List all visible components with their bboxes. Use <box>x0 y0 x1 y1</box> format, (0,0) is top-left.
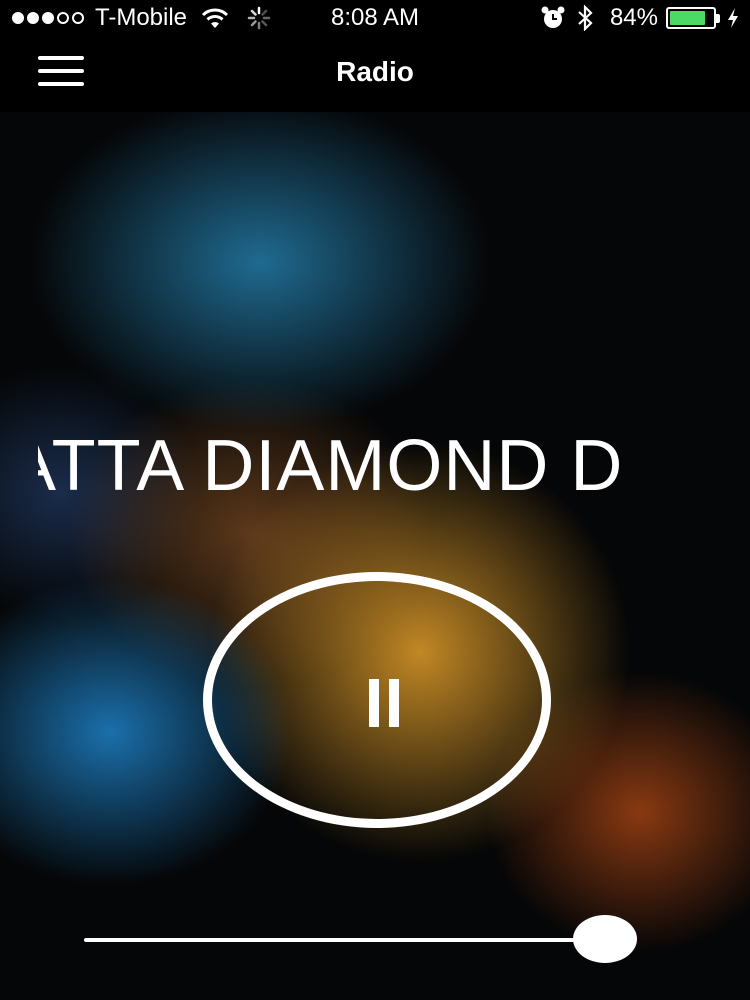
volume-track[interactable] <box>84 938 604 942</box>
page-title: Radio <box>336 56 414 87</box>
now-playing-marquee: ATTA DIAMOND D <box>38 426 713 506</box>
volume-thumb[interactable] <box>573 915 638 963</box>
bluetooth-icon <box>578 5 593 31</box>
play-pause-button[interactable] <box>203 572 551 828</box>
now-playing-title: ATTA DIAMOND D <box>38 426 624 506</box>
navigation-bar: Radio <box>0 36 750 112</box>
volume-slider[interactable] <box>84 912 674 968</box>
battery-fill <box>670 11 706 25</box>
status-bar: T-Mobile 8:08 AM 84% <box>0 0 750 36</box>
blurred-background: ATTA DIAMOND D <box>0 112 750 1000</box>
pause-icon <box>363 679 403 727</box>
charging-icon <box>728 8 738 28</box>
battery-icon <box>666 7 720 29</box>
status-right: 84% <box>540 4 740 32</box>
battery-percentage: 84% <box>609 4 658 31</box>
battery-nub <box>716 14 720 23</box>
alarm-icon <box>541 6 565 28</box>
